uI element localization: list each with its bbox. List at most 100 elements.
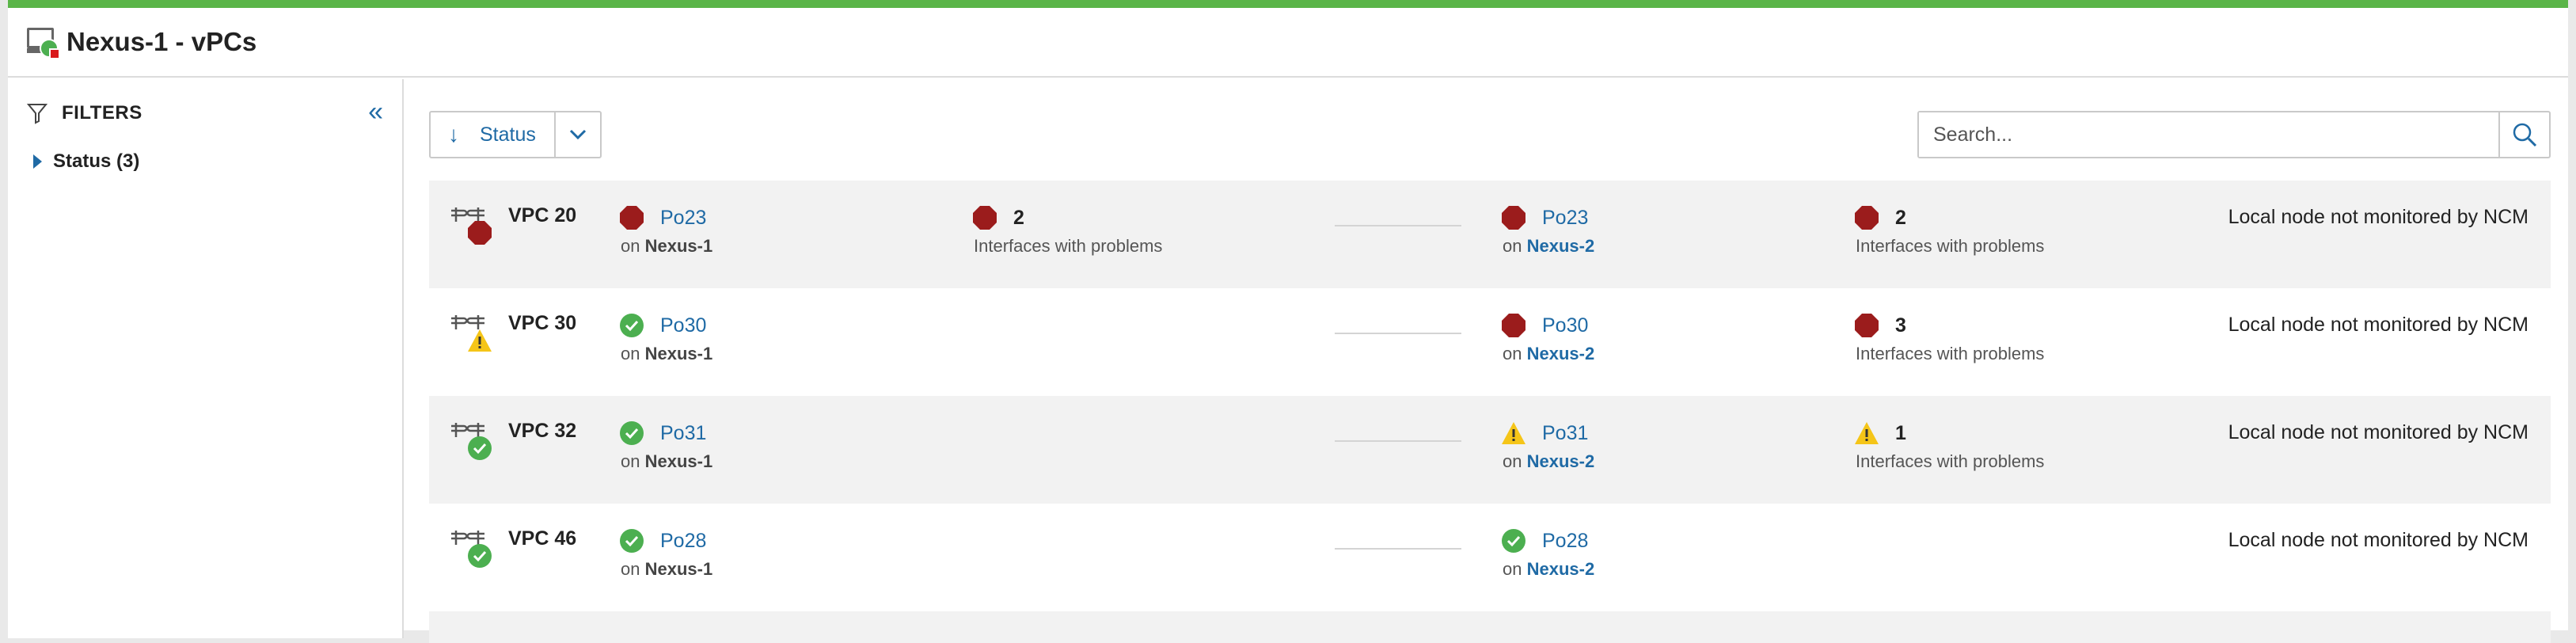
critical-status-icon (468, 221, 492, 245)
problem-count: 2 (1895, 206, 1906, 229)
remote-interface: Po23 on Nexus-2 (1501, 204, 1594, 257)
remote-node-link[interactable]: Nexus-2 (1527, 559, 1595, 579)
funnel-icon (27, 104, 47, 124)
local-interface: Po30 on Nexus-1 (619, 312, 712, 364)
vpc-name: VPC 30 (508, 312, 577, 334)
critical-status-icon (1502, 206, 1525, 230)
local-problems: 2 Interfaces with problems (972, 204, 1162, 257)
problem-label: Interfaces with problems (974, 236, 1163, 256)
double-chevron-left-icon[interactable]: « (368, 98, 383, 125)
vpc-icon (450, 527, 492, 568)
title-bar: Nexus-1 - vPCs (8, 8, 2568, 78)
on-prefix: on (621, 559, 640, 579)
node-status-icon (25, 25, 60, 59)
local-port-link[interactable]: Po30 (660, 314, 706, 337)
remote-problems: 1 Interfaces with problems (1854, 420, 2044, 472)
local-port-link[interactable]: Po23 (660, 207, 706, 230)
local-interface: Po23 on Nexus-1 (619, 204, 712, 257)
local-port-link[interactable]: Po31 (660, 422, 706, 445)
local-node: Nexus-1 (644, 236, 713, 256)
vpc-name: VPC 20 (508, 204, 577, 226)
page-title: Nexus-1 - vPCs (66, 27, 257, 56)
problem-label: Interfaces with problems (1856, 344, 2045, 363)
ok-status-icon (1502, 529, 1525, 553)
ok-status-icon (468, 544, 492, 568)
ncm-note: Local node not monitored by NCM (2228, 529, 2529, 551)
connector-line (1335, 440, 1461, 442)
connector-line (1335, 548, 1461, 550)
local-port-link[interactable]: Po28 (660, 530, 706, 553)
connector-line (1335, 333, 1461, 334)
vpc-row-partial (429, 611, 2551, 643)
remote-node-link[interactable]: Nexus-2 (1527, 344, 1595, 363)
critical-status-icon (1855, 314, 1879, 337)
remote-port-link[interactable]: Po28 (1542, 530, 1588, 553)
problem-count: 1 (1895, 421, 1906, 444)
remote-port-link[interactable]: Po30 (1542, 314, 1588, 337)
remote-interface: Po30 on Nexus-2 (1501, 312, 1594, 364)
toolbar: ↓ Status (429, 79, 2551, 158)
critical-status-icon (1502, 314, 1525, 337)
search-icon (2513, 123, 2537, 147)
on-prefix: on (1503, 451, 1522, 471)
problem-count: 2 (1013, 206, 1024, 229)
sort-label: Status (480, 123, 536, 146)
app-frame: Nexus-1 - vPCs FILTERS « Status (3) ↓ St… (8, 0, 2568, 643)
warning-status-icon (1502, 422, 1525, 444)
chevron-down-icon (569, 129, 587, 140)
filters-heading: FILTERS (62, 102, 142, 124)
remote-interface: Po28 on Nexus-2 (1501, 527, 1594, 580)
remote-problems: 2 Interfaces with problems (1854, 204, 2044, 257)
main-panel: ↓ Status VP (429, 79, 2551, 643)
vpc-row: VPC 20 Po23 on Nexus-1 2 Interfaces with… (429, 181, 2551, 288)
remote-node-link[interactable]: Nexus-2 (1527, 236, 1595, 256)
remote-port-link[interactable]: Po23 (1542, 207, 1588, 230)
vpc-icon (450, 204, 492, 245)
filters-header: FILTERS (8, 93, 402, 133)
vpc-icon (450, 420, 492, 460)
remote-interface: Po31 on Nexus-2 (1501, 420, 1594, 472)
remote-problems: 3 Interfaces with problems (1854, 312, 2044, 364)
ncm-note: Local node not monitored by NCM (2228, 421, 2529, 443)
problem-count: 3 (1895, 314, 1906, 337)
filters-sidebar: FILTERS « Status (3) (8, 79, 404, 638)
local-interface: Po28 on Nexus-1 (619, 527, 712, 580)
search-input[interactable] (1919, 112, 2498, 157)
local-node: Nexus-1 (644, 559, 713, 579)
ok-status-icon (620, 421, 644, 445)
vpc-row: VPC 32 Po31 on Nexus-1 Po31 on Nexus-2 1… (429, 396, 2551, 504)
critical-status-icon (620, 206, 644, 230)
critical-status-icon (973, 206, 997, 230)
sort-button[interactable]: ↓ Status (429, 111, 556, 158)
connector-line (1335, 225, 1461, 226)
local-node: Nexus-1 (644, 344, 713, 363)
expand-triangle-icon (33, 154, 42, 169)
on-prefix: on (621, 236, 640, 256)
problem-label: Interfaces with problems (1856, 451, 2045, 471)
ncm-note: Local node not monitored by NCM (2228, 206, 2529, 228)
sort-dropdown-button[interactable] (554, 111, 602, 158)
vpc-row: VPC 46 Po28 on Nexus-1 Po28 on Nexus-2 L… (429, 504, 2551, 611)
search-button[interactable] (2498, 112, 2549, 157)
vpc-name: VPC 46 (508, 527, 577, 550)
ok-status-icon (468, 436, 492, 460)
remote-node-link[interactable]: Nexus-2 (1527, 451, 1595, 471)
critical-status-icon (1855, 206, 1879, 230)
search-box (1917, 111, 2551, 158)
vpc-row: VPC 30 Po30 on Nexus-1 Po30 on Nexus-2 3… (429, 288, 2551, 396)
ok-status-icon (620, 529, 644, 553)
on-prefix: on (621, 344, 640, 363)
filter-group-status[interactable]: Status (3) (8, 150, 402, 173)
problem-label: Interfaces with problems (1856, 236, 2045, 256)
on-prefix: on (1503, 559, 1522, 579)
remote-port-link[interactable]: Po31 (1542, 422, 1588, 445)
arrow-down-icon: ↓ (448, 122, 459, 146)
local-node: Nexus-1 (644, 451, 713, 471)
on-prefix: on (621, 451, 640, 471)
warning-status-icon (468, 329, 492, 352)
vpc-list: VPC 20 Po23 on Nexus-1 2 Interfaces with… (429, 181, 2551, 643)
ok-status-icon (620, 314, 644, 337)
on-prefix: on (1503, 344, 1522, 363)
warning-status-icon (1855, 422, 1879, 444)
vpc-icon (450, 312, 492, 352)
